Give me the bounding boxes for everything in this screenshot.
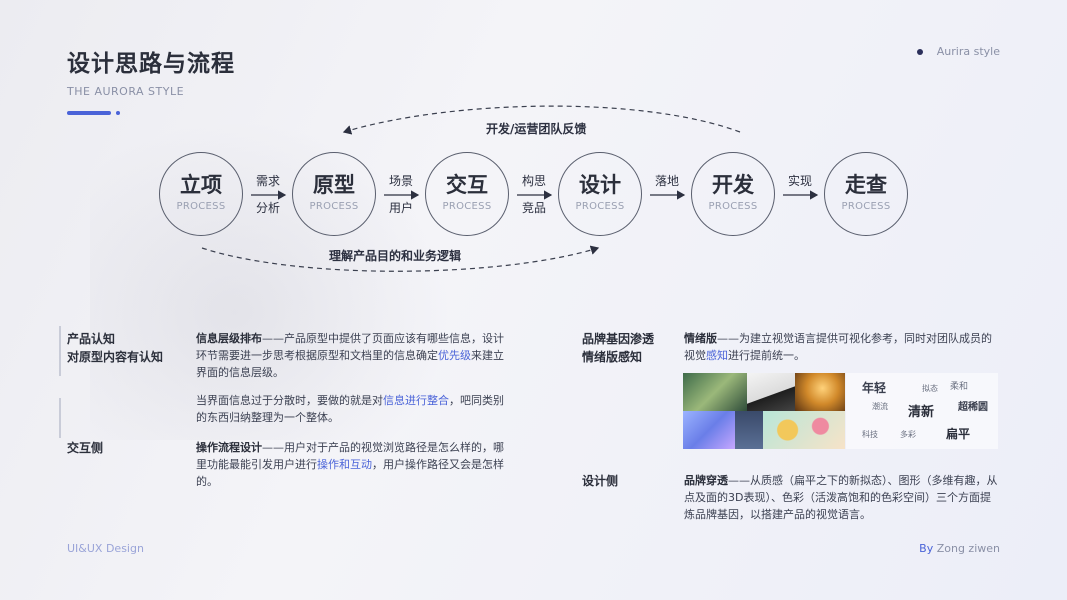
wordcloud-word: 潮流 (872, 402, 888, 411)
mood-image-laptop (747, 373, 795, 411)
para-bold: 情绪版 (684, 332, 717, 345)
node-label: 开发 (712, 173, 754, 197)
para-highlight: 感知 (706, 349, 728, 362)
footer-by: By (919, 542, 934, 555)
heading-line: 对原型内容有认知 (67, 350, 164, 364)
moodboard-wordcloud: 年轻 拟态 柔和 潮流 清新 超稀圆 科技 多彩 扁平 (846, 373, 998, 449)
connector-top: 场景 (388, 174, 413, 188)
para-bold: 品牌穿透 (684, 474, 728, 487)
connector-bottom: 分析 (255, 201, 280, 215)
connector-label-3: 构思 竞品 (514, 174, 554, 215)
node-label: 交互 (446, 173, 488, 197)
node-sub: PROCESS (442, 201, 492, 212)
node-sub: PROCESS (575, 201, 625, 212)
brand-penetration-paragraph: 品牌穿透——从质感（扁平之下的新拟态）、图形（多维有趣，从点及面的3D表现）、色… (684, 472, 1000, 523)
mood-image-gradient (683, 411, 735, 449)
understanding-label: 理解产品目的和业务逻辑 (329, 249, 462, 263)
heading-line: 情绪版感知 (582, 350, 643, 364)
design-side-heading: 设计侧 (582, 474, 619, 488)
node-label: 设计 (579, 173, 621, 197)
process-node-development: 开发 PROCESS (691, 152, 775, 236)
connector-bottom: 用户 (388, 201, 413, 215)
node-sub: PROCESS (708, 201, 758, 212)
footer-author: Zong ziwen (933, 542, 1000, 555)
connector-top: 需求 (255, 174, 280, 188)
heading-line: 品牌基因渗透 (582, 332, 655, 346)
para-text: 进行提前统一。 (728, 349, 805, 362)
divider-line (59, 326, 61, 376)
para-text: 当界面信息过于分散时，要做的就是对 (196, 394, 383, 407)
para-bold: 信息层级排布 (196, 332, 262, 345)
node-label: 走查 (845, 173, 887, 197)
connector-top: 构思 (521, 174, 546, 188)
moodboard-paragraph: 情绪版——为建立视觉语言提供可视化参考，同时对团队成员的视觉感知进行提前统一。 (684, 330, 1000, 364)
process-node-initiation: 立项 PROCESS (159, 152, 243, 236)
heading-line: 产品认知 (67, 332, 116, 346)
brand-gene-heading: 品牌基因渗透 情绪版感知 (582, 330, 654, 366)
wordcloud-word: 科技 (862, 430, 878, 439)
info-hierarchy-paragraph: 信息层级排布——产品原型中提供了页面应该有哪些信息，设计环节需要进一步思考根据原… (196, 330, 506, 381)
operation-flow-paragraph: 操作流程设计——用户对于产品的视觉浏览路径是怎么样的，哪里功能最能引发用户进行操… (196, 439, 506, 490)
feedback-label: 开发/运营团队反馈 (486, 122, 587, 136)
node-sub: PROCESS (309, 201, 359, 212)
para-bold: 操作流程设计 (196, 441, 262, 454)
node-label: 立项 (180, 173, 222, 197)
wordcloud-word: 柔和 (950, 382, 969, 392)
wordcloud-word: 清新 (908, 405, 935, 420)
wordcloud-word: 年轻 (862, 381, 887, 395)
node-sub: PROCESS (176, 201, 226, 212)
wordcloud-word: 超稀圆 (958, 402, 988, 413)
divider-line (59, 398, 61, 438)
process-node-interaction: 交互 PROCESS (425, 152, 509, 236)
footer-left: UI&UX Design (67, 542, 144, 555)
wordcloud-word: 拟态 (922, 384, 938, 393)
mood-image-3d-shapes (763, 411, 845, 449)
mood-image-dark (735, 411, 763, 449)
info-integration-paragraph: 当界面信息过于分散时，要做的就是对信息进行整合，吧同类别的东西归纳整理为一个整体… (196, 392, 506, 426)
connector-top: 实现 (787, 174, 812, 188)
connector-label-1: 需求 分析 (248, 174, 288, 215)
wordcloud-word: 多彩 (900, 430, 916, 439)
wordcloud-word: 扁平 (946, 427, 971, 441)
para-highlight: 信息进行整合 (383, 394, 449, 407)
node-label: 原型 (313, 173, 355, 197)
connector-label-5: 实现 (780, 174, 820, 188)
para-highlight: 优先级 (438, 349, 471, 362)
mood-image-sunset (795, 373, 845, 411)
process-node-design: 设计 PROCESS (558, 152, 642, 236)
connector-label-4: 落地 (647, 174, 687, 188)
product-cognition-heading: 产品认知 对原型内容有认知 (67, 330, 163, 366)
node-sub: PROCESS (841, 201, 891, 212)
footer-right: By Zong ziwen (919, 542, 1000, 555)
connector-label-2: 场景 用户 (381, 174, 421, 215)
process-node-prototype: 原型 PROCESS (292, 152, 376, 236)
para-highlight: 操作和互动 (317, 458, 372, 471)
mood-image-landscape (683, 373, 747, 411)
process-node-review: 走查 PROCESS (824, 152, 908, 236)
connector-top: 落地 (654, 174, 679, 188)
connector-bottom: 竞品 (521, 201, 546, 215)
interaction-side-heading: 交互侧 (67, 441, 104, 455)
para-text: ——从质感（扁平之下的新拟态）、图形（多维有趣，从点及面的3D表现）、色彩（活泼… (684, 474, 998, 521)
